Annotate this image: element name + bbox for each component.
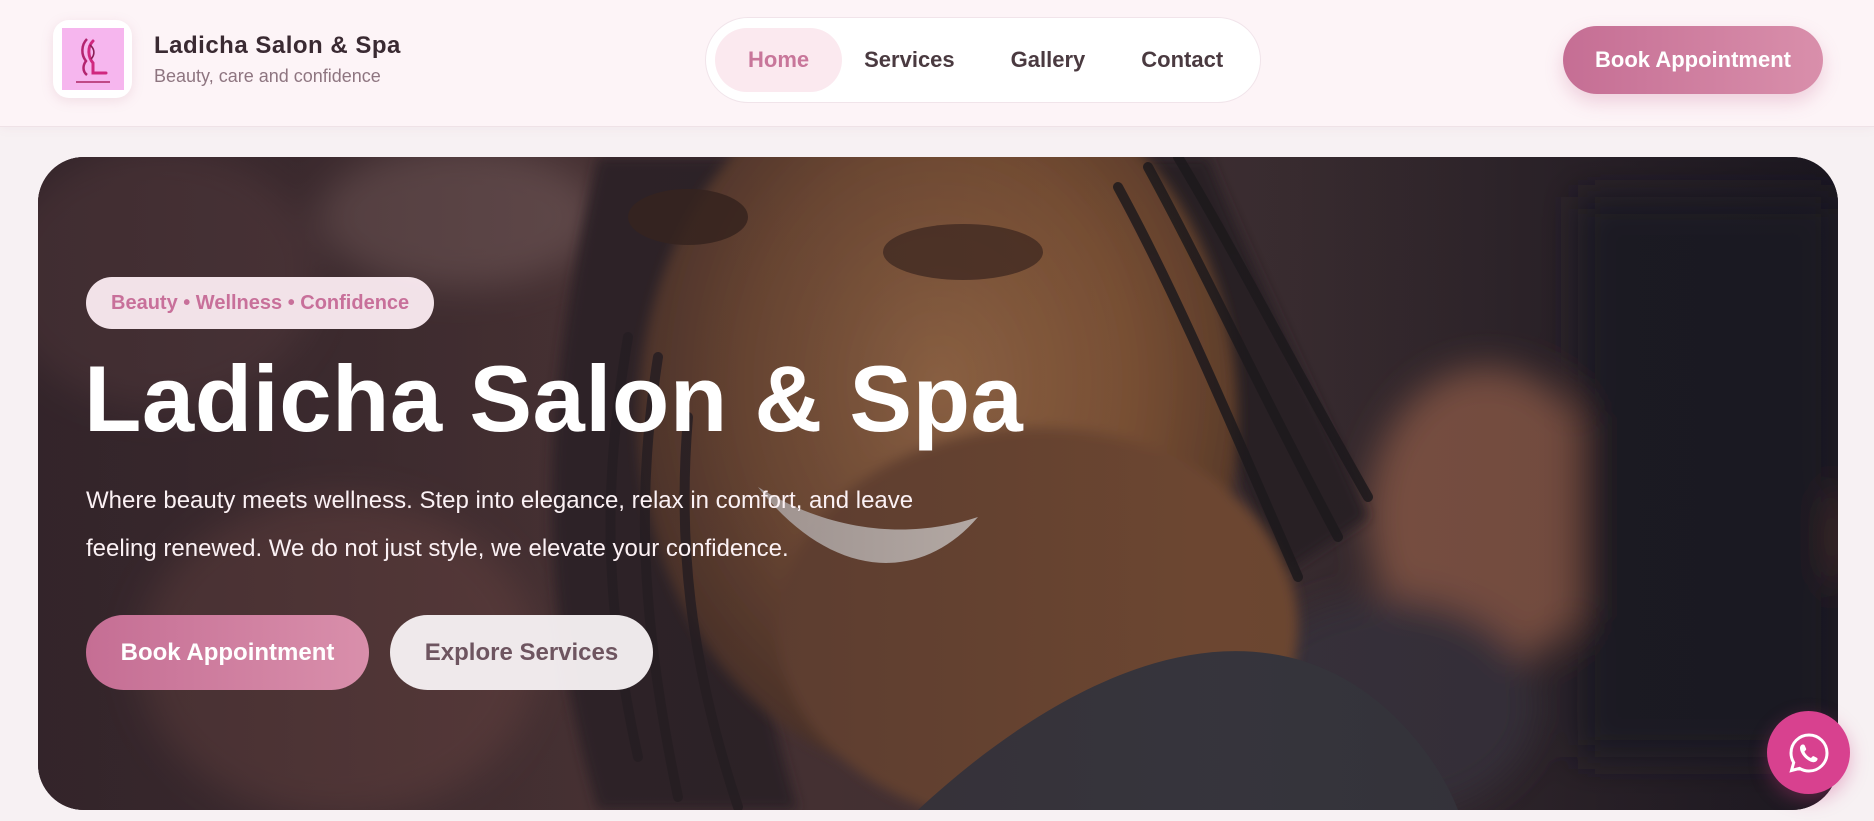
hero-book-appointment-button[interactable]: Book Appointment: [86, 615, 369, 690]
hero-section: Beauty • Wellness • Confidence Ladicha S…: [38, 157, 1838, 810]
header-book-appointment-button[interactable]: Book Appointment: [1563, 26, 1823, 94]
brand[interactable]: Ladicha Salon & Spa Beauty, care and con…: [53, 20, 401, 98]
brand-tagline: Beauty, care and confidence: [154, 65, 381, 86]
brand-name: Ladicha Salon & Spa: [154, 31, 401, 59]
nav-item-gallery[interactable]: Gallery: [981, 28, 1114, 92]
brand-text: Ladicha Salon & Spa Beauty, care and con…: [154, 32, 401, 87]
site-header: Ladicha Salon & Spa Beauty, care and con…: [0, 0, 1874, 127]
explore-services-button[interactable]: Explore Services: [390, 615, 653, 690]
whatsapp-button[interactable]: [1767, 711, 1850, 794]
hero-description: Where beauty meets wellness. Step into e…: [86, 487, 914, 562]
hero-title: Ladicha Salon & Spa: [84, 346, 1024, 451]
nav-item-contact[interactable]: Contact: [1113, 28, 1251, 92]
main-nav: Home Services Gallery Contact: [705, 17, 1261, 103]
logo[interactable]: [53, 20, 132, 98]
salon-logo-icon: [61, 28, 124, 90]
hero-badge: Beauty • Wellness • Confidence: [86, 277, 435, 329]
whatsapp-icon: [1788, 732, 1829, 773]
nav-item-services[interactable]: Services: [842, 28, 981, 92]
nav-item-home[interactable]: Home: [715, 28, 843, 92]
